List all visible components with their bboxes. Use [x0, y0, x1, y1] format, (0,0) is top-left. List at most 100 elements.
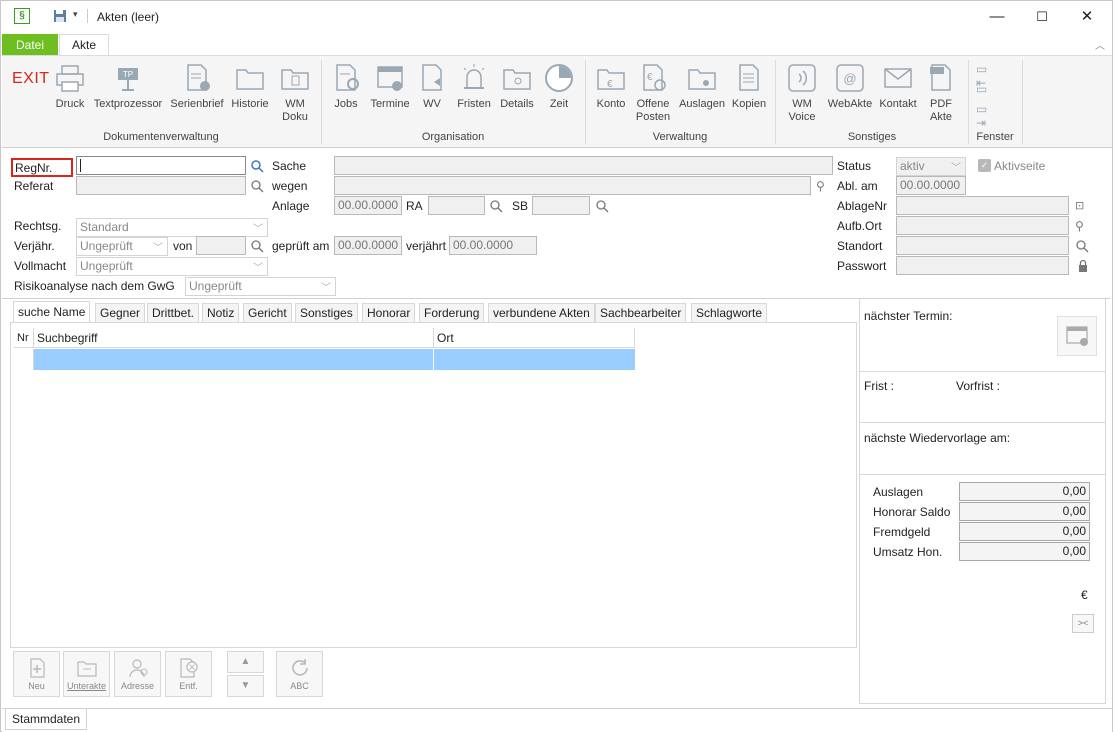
standort-input[interactable] [896, 236, 1069, 255]
calendar-icon [377, 66, 403, 91]
druck-button[interactable]: Druck [52, 56, 88, 111]
geprueft-am-input[interactable]: 00.00.0000 [334, 236, 402, 255]
offene-posten-button[interactable]: € Offene Posten [632, 56, 674, 124]
vollmacht-select[interactable]: Ungeprüft ﹀ [76, 257, 268, 276]
window-arrange-left-icon[interactable]: ▭ ⇤ [976, 62, 1000, 90]
exit-button[interactable]: EXIT [12, 70, 50, 88]
table-row-suchbegriff-cell[interactable] [34, 349, 434, 370]
tab-akte[interactable]: Akte [59, 34, 109, 56]
unterakte-button[interactable]: Unterakte [63, 651, 110, 697]
konto-button[interactable]: € Konto [592, 56, 630, 111]
table-row-ort-cell[interactable] [434, 349, 635, 370]
webakte-button[interactable]: @ WebAkte [824, 56, 876, 111]
konto-label: Konto [596, 98, 626, 110]
details-button[interactable]: Details [497, 56, 537, 111]
fremdgeld-label: Fremdgeld [873, 525, 931, 539]
status-select[interactable]: aktiv ﹀ [896, 157, 966, 176]
svg-text:@: @ [843, 71, 856, 86]
tab-sachbearbeiter[interactable]: Sachbearbeiter [595, 303, 687, 322]
adresse-button[interactable]: Adresse [114, 651, 161, 697]
sb-search-icon[interactable] [595, 199, 609, 213]
ra-search-icon[interactable] [489, 199, 503, 213]
rechtsg-select[interactable]: Standard ﹀ [76, 218, 268, 237]
sache-input[interactable] [334, 156, 833, 175]
termin-calendar-button[interactable] [1057, 316, 1097, 356]
ablagenr-icon[interactable]: ⊡ [1075, 199, 1084, 212]
window-arrange-right-icon[interactable]: ▭ ⇥ [976, 102, 1000, 130]
minimize-button[interactable]: — [987, 7, 1007, 27]
termine-button[interactable]: Termine [368, 56, 412, 111]
pdf-akte-button[interactable]: PDF Akte [922, 56, 960, 124]
aufb-ort-input[interactable] [896, 216, 1069, 235]
wegen-input[interactable] [334, 176, 811, 195]
regnr-search-icon[interactable] [250, 159, 264, 173]
ra-input[interactable] [428, 196, 485, 215]
lock-icon[interactable] [1076, 259, 1090, 273]
ablagenr-input[interactable] [896, 196, 1069, 215]
wegen-label: wegen [272, 179, 308, 193]
passwort-input[interactable] [896, 256, 1069, 275]
aufb-ort-pin-icon[interactable]: ⚲ [1075, 219, 1084, 233]
tab-datei[interactable]: Datei [2, 34, 58, 56]
sb-input[interactable] [532, 196, 590, 215]
historie-button[interactable]: Historie [229, 56, 271, 111]
druck-label: Druck [55, 98, 85, 110]
anlage-input[interactable]: 00.00.0000 [334, 196, 402, 215]
pdf-akte-label-2: Akte [929, 111, 952, 123]
neu-button[interactable]: Neu [13, 651, 60, 697]
auslagen-button[interactable]: Auslagen [676, 56, 728, 111]
referat-search-icon[interactable] [250, 179, 264, 193]
col-nr[interactable]: Nr [14, 328, 34, 348]
jobs-button[interactable]: Jobs [330, 56, 362, 111]
table-row[interactable] [14, 349, 34, 370]
tab-notiz[interactable]: Notiz [202, 303, 240, 322]
tab-stammdaten[interactable]: Stammdaten [5, 709, 88, 730]
gwg-select[interactable]: Ungeprüft ﹀ [185, 277, 336, 296]
von-input[interactable] [196, 236, 246, 255]
tab-honorar[interactable]: Honorar [362, 303, 416, 322]
fristen-button[interactable]: Fristen [454, 56, 494, 111]
tab-suche-name[interactable]: suche Name [13, 301, 91, 322]
close-button[interactable]: ✕ [1077, 7, 1097, 27]
tab-gericht[interactable]: Gericht [243, 303, 292, 322]
tab-verbundene-akten[interactable]: verbundene Akten [488, 303, 595, 322]
move-up-button[interactable]: ▲ [227, 651, 264, 673]
collapse-ribbon-icon[interactable]: ︿ [1095, 37, 1105, 52]
wegen-pin-icon[interactable]: ⚲ [816, 179, 825, 193]
textprozessor-button[interactable]: TP Textprozessor [92, 56, 164, 111]
abc-button[interactable]: ABC [276, 651, 323, 697]
von-search-icon[interactable] [250, 239, 264, 253]
referat-input[interactable] [76, 176, 246, 195]
kontakt-button[interactable]: Kontakt [876, 56, 920, 111]
col-ort[interactable]: Ort [434, 328, 635, 348]
serienbrief-button[interactable]: Serienbrief [166, 56, 228, 111]
regnr-input[interactable] [76, 156, 246, 175]
app-icon[interactable]: § [14, 8, 30, 24]
kopien-button[interactable]: Kopien [730, 56, 768, 111]
entf-button[interactable]: Entf. [165, 651, 212, 697]
aktivseite-checkbox[interactable]: ✓ [978, 159, 991, 172]
maximize-button[interactable]: ☐ [1032, 7, 1052, 27]
move-down-button[interactable]: ▼ [227, 675, 264, 697]
window-stack-icon[interactable]: ▭ [976, 82, 1000, 98]
swap-button[interactable]: >< [1072, 614, 1094, 633]
tab-forderung[interactable]: Forderung [419, 303, 485, 322]
standort-search-icon[interactable] [1075, 239, 1089, 253]
sb-label: SB [512, 199, 529, 213]
qat-dropdown-icon[interactable]: ▾ [73, 9, 78, 20]
jobs-label: Jobs [334, 98, 358, 110]
col-suchbegriff[interactable]: Suchbegriff [34, 328, 434, 348]
tab-drittbet[interactable]: Drittbet. [147, 303, 200, 322]
wv-button[interactable]: WV [416, 56, 448, 111]
status-bar [2, 708, 1112, 732]
tab-gegner[interactable]: Gegner [95, 303, 146, 322]
zeit-button[interactable]: Zeit [542, 56, 576, 111]
tab-schlagworte[interactable]: Schlagworte [691, 303, 768, 322]
wm-voice-button[interactable]: WM Voice [782, 56, 822, 124]
tab-sonstiges[interactable]: Sonstiges [295, 303, 358, 322]
verjaehrt-input[interactable]: 00.00.0000 [449, 236, 537, 255]
wm-doku-button[interactable]: WM Doku [275, 56, 315, 124]
abl-am-input[interactable]: 00.00.0000 [896, 176, 966, 195]
verjaehr-select[interactable]: Ungeprüft ﹀ [76, 237, 168, 256]
save-icon[interactable] [53, 9, 67, 23]
